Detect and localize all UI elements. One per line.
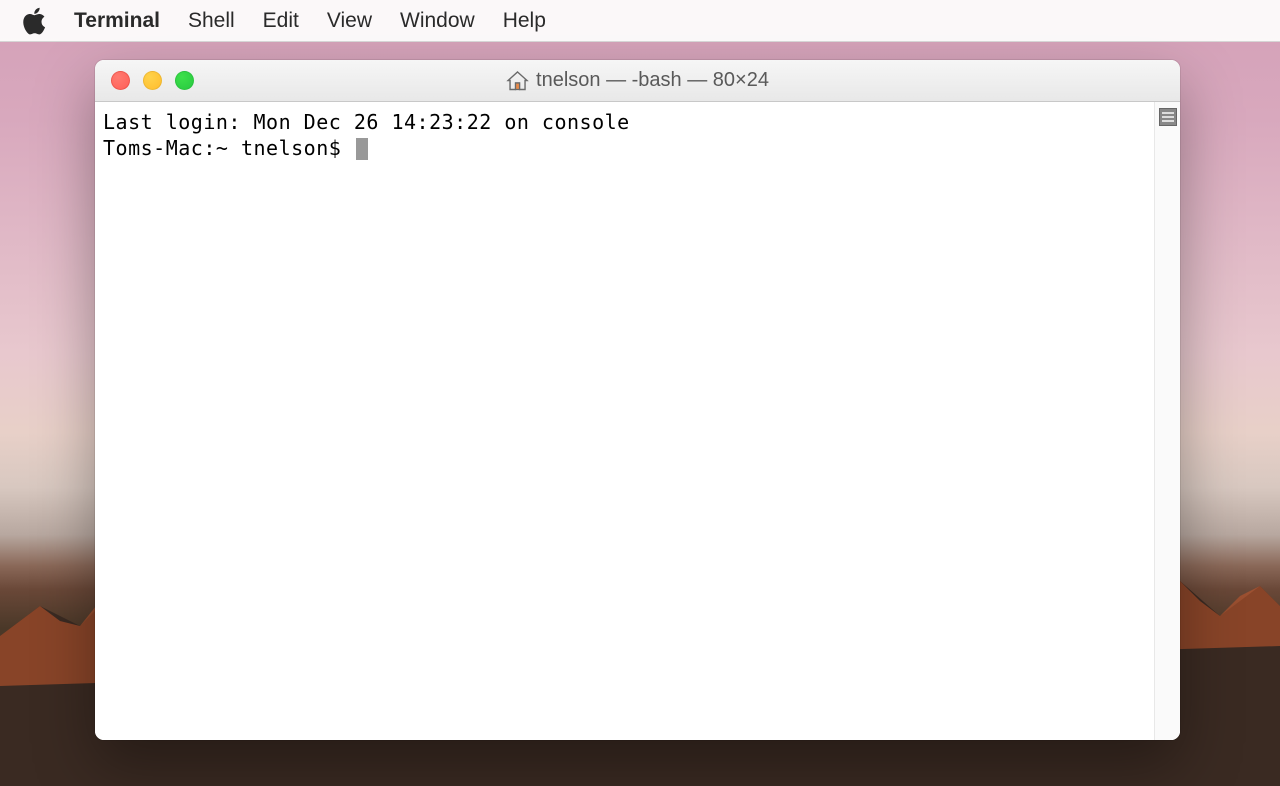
- traffic-lights: [95, 71, 194, 90]
- scroll-indicator-icon: [1159, 108, 1177, 126]
- window-title-text: tnelson — -bash — 80×24: [536, 69, 769, 92]
- titlebar[interactable]: tnelson — -bash — 80×24: [95, 60, 1180, 102]
- close-button[interactable]: [111, 71, 130, 90]
- terminal-cursor: [356, 138, 368, 160]
- fullscreen-button[interactable]: [175, 71, 194, 90]
- window-title: tnelson — -bash — 80×24: [506, 69, 769, 92]
- terminal-last-login: Last login: Mon Dec 26 14:23:22 on conso…: [103, 110, 630, 134]
- menubar-item-help[interactable]: Help: [489, 9, 560, 33]
- terminal-prompt: Toms-Mac:~ tnelson$: [103, 136, 354, 160]
- scrollbar[interactable]: [1154, 102, 1180, 740]
- minimize-button[interactable]: [143, 71, 162, 90]
- terminal-body: Last login: Mon Dec 26 14:23:22 on conso…: [95, 102, 1180, 740]
- menubar: Terminal Shell Edit View Window Help: [0, 0, 1280, 42]
- menubar-item-view[interactable]: View: [313, 9, 386, 33]
- menubar-app-name[interactable]: Terminal: [60, 9, 174, 33]
- menubar-item-edit[interactable]: Edit: [249, 9, 313, 33]
- menubar-item-shell[interactable]: Shell: [174, 9, 249, 33]
- home-icon: [506, 71, 528, 91]
- terminal-content[interactable]: Last login: Mon Dec 26 14:23:22 on conso…: [95, 102, 1154, 740]
- terminal-window: tnelson — -bash — 80×24 Last login: Mon …: [95, 60, 1180, 740]
- menubar-item-window[interactable]: Window: [386, 9, 489, 33]
- apple-menu-icon[interactable]: [22, 7, 46, 35]
